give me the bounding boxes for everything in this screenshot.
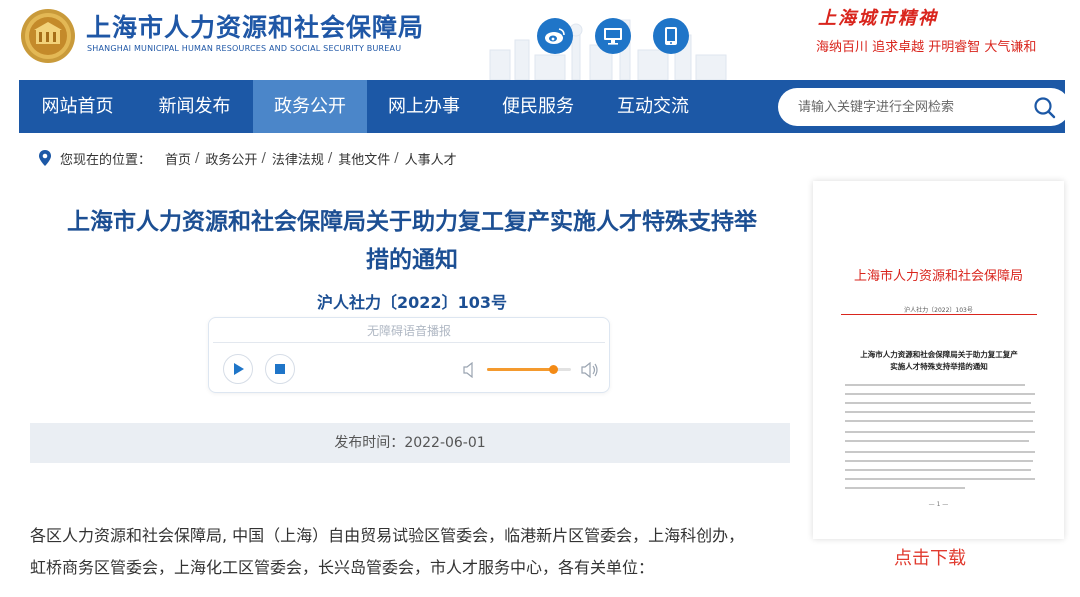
article-body: 各区人力资源和社会保障局, 中国（上海）自由贸易试验区管委会，临港新片区管委会，… — [30, 520, 800, 584]
preview-text-line — [845, 469, 1031, 471]
nav-item-gov-affairs[interactable]: 政务公开 — [253, 80, 367, 133]
preview-text-line — [845, 411, 1035, 413]
document-preview[interactable]: 上海市人力资源和社会保障局 沪人社力〔2022〕103号 上海市人力资源和社会保… — [813, 181, 1064, 539]
preview-issuer: 上海市人力资源和社会保障局 — [853, 269, 1023, 284]
article-title: 上海市人力资源和社会保障局关于助力复工复产实施人才特殊支持举 措的通知 — [30, 203, 794, 279]
search-box — [778, 88, 1070, 126]
breadcrumb-laws[interactable]: 法律法规 — [272, 149, 324, 168]
nav-item-online-service[interactable]: 网上办事 — [367, 80, 481, 133]
breadcrumb-home[interactable]: 首页 — [165, 149, 191, 168]
preview-text-line — [845, 440, 1029, 442]
nav-item-public-service[interactable]: 便民服务 — [481, 80, 595, 133]
bureau-logo-icon[interactable] — [20, 8, 76, 64]
preview-text-line — [845, 478, 1035, 480]
preview-title: 上海市人力资源和社会保障局关于助力复工复产 实施人才特殊支持举措的通知 — [860, 350, 1018, 371]
slogan-title: 上海城市精神 — [818, 8, 938, 29]
site-title: 上海市人力资源和社会保障局 — [86, 13, 425, 42]
site-subtitle: SHANGHAI MUNICIPAL HUMAN RESOURCES AND S… — [87, 44, 402, 53]
nav-item-news[interactable]: 新闻发布 — [136, 80, 253, 133]
volume-down-icon[interactable] — [463, 362, 477, 378]
download-link[interactable]: 点击下载 — [894, 544, 966, 570]
breadcrumb: 您现在的位置： 首页 / 政务公开 / 法律法规 / 其他文件 / 人事人才 — [38, 148, 457, 168]
search-input[interactable] — [798, 88, 1028, 126]
search-icon[interactable] — [1032, 95, 1058, 121]
preview-text-line — [845, 487, 965, 489]
location-pin-icon — [39, 150, 51, 166]
nav-item-interaction[interactable]: 互动交流 — [595, 80, 711, 133]
article-title-line1: 上海市人力资源和社会保障局关于助力复工复产实施人才特殊支持举 — [67, 209, 757, 235]
preview-text-line — [845, 384, 1025, 386]
preview-text-line — [845, 393, 1035, 395]
audio-player: 无障碍语音播报 — [208, 317, 610, 393]
play-icon — [234, 363, 244, 375]
player-title: 无障碍语音播报 — [366, 324, 451, 338]
volume-slider[interactable] — [487, 365, 571, 374]
mobile-icon[interactable] — [653, 18, 689, 54]
body-line: 各区人力资源和社会保障局, 中国（上海）自由贸易试验区管委会，临港新片区管委会，… — [30, 526, 745, 545]
document-number: 沪人社力〔2022〕103号 — [317, 293, 507, 312]
slogan-line: 海纳百川 追求卓越 开明睿智 大气谦和 — [816, 40, 1037, 55]
publish-info: 发布时间：2022-06-01 — [30, 423, 790, 463]
volume-up-icon[interactable] — [581, 362, 599, 378]
main-nav: 网站首页 新闻发布 政务公开 网上办事 便民服务 互动交流 — [19, 80, 1070, 133]
stop-button[interactable] — [265, 354, 295, 384]
stop-icon — [275, 364, 285, 374]
site-header: 上海市人力资源和社会保障局 SHANGHAI MUNICIPAL HUMAN R… — [0, 0, 1080, 80]
player-divider — [213, 342, 605, 343]
weibo-icon[interactable] — [537, 18, 573, 54]
preview-doc-number: 沪人社力〔2022〕103号 — [904, 307, 973, 314]
breadcrumb-other-docs[interactable]: 其他文件 — [338, 149, 390, 168]
play-button[interactable] — [223, 354, 253, 384]
article-title-line2: 措的通知 — [366, 247, 458, 273]
publish-label: 发布时间： — [334, 435, 405, 451]
body-line: 虹桥商务区管委会，上海化工区管委会，长兴岛管委会，市人才服务中心，各有关单位： — [30, 558, 655, 577]
breadcrumb-personnel[interactable]: 人事人才 — [405, 149, 457, 168]
preview-text-line — [845, 451, 1035, 453]
breadcrumb-gov-affairs[interactable]: 政务公开 — [205, 149, 257, 168]
desktop-icon[interactable] — [595, 18, 631, 54]
preview-page-number: — 1 — — [928, 501, 949, 508]
nav-item-home[interactable]: 网站首页 — [19, 80, 136, 133]
volume-fill — [487, 368, 553, 371]
preview-text-line — [845, 420, 1033, 422]
volume-knob[interactable] — [548, 365, 558, 374]
preview-red-rule — [841, 314, 1037, 315]
preview-text-line — [845, 431, 1035, 433]
preview-text-line — [845, 460, 1033, 462]
publish-date: 2022-06-01 — [404, 435, 486, 451]
breadcrumb-prefix: 您现在的位置： — [60, 152, 152, 168]
preview-text-line — [845, 402, 1031, 404]
